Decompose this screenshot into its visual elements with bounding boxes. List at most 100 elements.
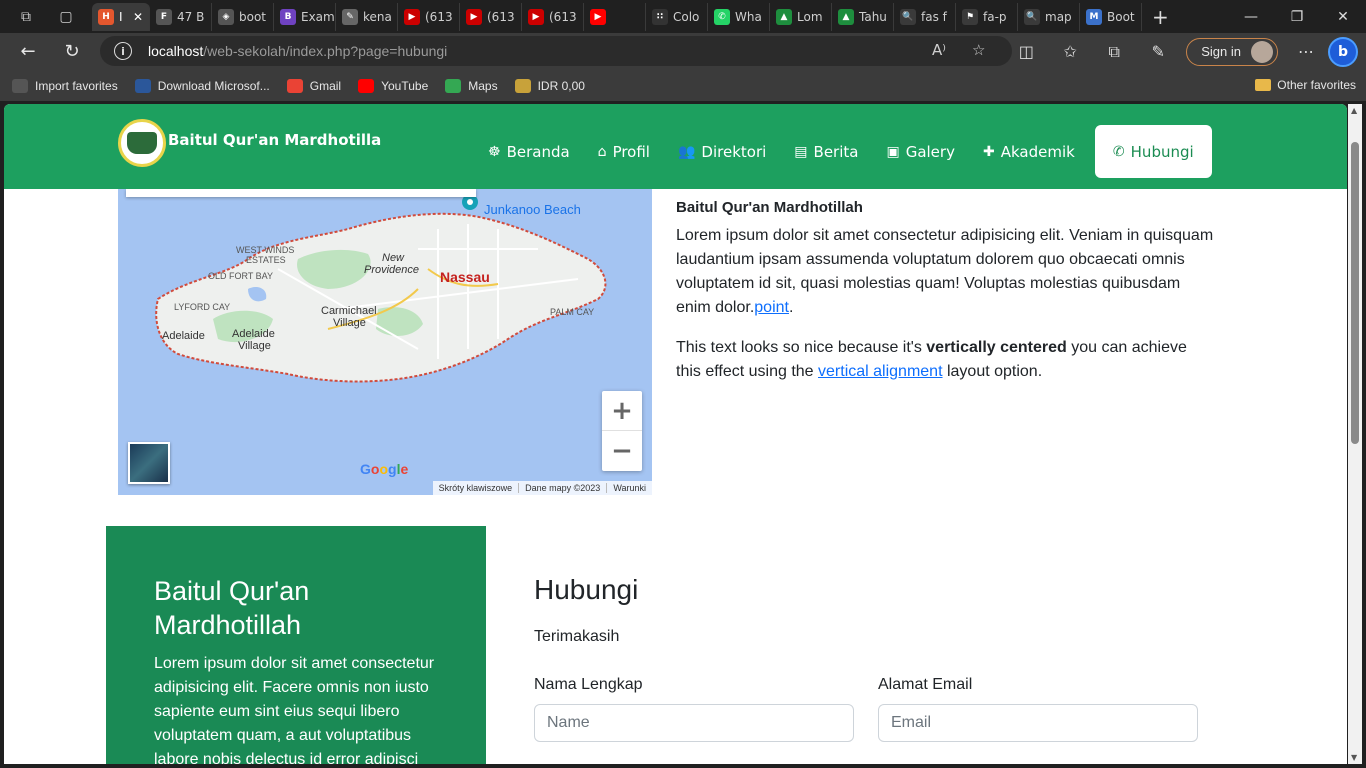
- browser-tab[interactable]: ∷ Colo: [646, 2, 708, 31]
- browser-tab[interactable]: ▶ (613: [522, 2, 584, 31]
- nav-label: Beranda: [506, 142, 570, 161]
- browser-tab[interactable]: ◈ boot: [212, 2, 274, 31]
- point-link[interactable]: point: [754, 299, 789, 316]
- map-label: Carmichael: [321, 305, 377, 317]
- vertical-alignment-link[interactable]: vertical alignment: [818, 363, 943, 380]
- email-input[interactable]: [878, 704, 1198, 742]
- bing-icon[interactable]: b: [1328, 36, 1358, 67]
- nav-item-profil[interactable]: ⌂ Profil: [584, 125, 664, 178]
- about-section: Baitul Qur'an Mardhotillah Lorem ipsum d…: [676, 199, 1216, 400]
- browser-tab[interactable]: ▶: [584, 2, 646, 31]
- collections-icon[interactable]: ⧉: [1092, 42, 1136, 62]
- nav-item-akademik[interactable]: ✚ Akademik: [969, 125, 1089, 178]
- nav-item-hubungi[interactable]: ✆ Hubungi: [1094, 125, 1212, 178]
- refresh-icon[interactable]: ↻: [54, 37, 90, 67]
- minimize-icon[interactable]: —: [1228, 0, 1274, 33]
- restore-icon[interactable]: ❐: [1274, 0, 1320, 33]
- site-brand[interactable]: Baitul Qur'an Mardhotilla: [168, 131, 381, 149]
- new-tab-button[interactable]: +: [1152, 5, 1169, 29]
- browser-tab[interactable]: ⚑ fa-p: [956, 2, 1018, 31]
- bookmark-item[interactable]: IDR 0,00: [514, 78, 585, 93]
- workspaces-icon[interactable]: ⧉: [12, 3, 40, 31]
- tab-favicon-icon: ▶: [404, 8, 420, 25]
- attribution-link[interactable]: Skróty klawiszowe: [433, 483, 519, 493]
- tab-label: 47 B: [177, 9, 205, 24]
- browser-tab[interactable]: 🔍 fas f: [894, 2, 956, 31]
- about-paragraph-2: This text looks so nice because it's ver…: [676, 339, 1187, 380]
- nav-item-direktori[interactable]: 👥 Direktori: [664, 125, 780, 178]
- scroll-down-icon[interactable]: ▼: [1351, 753, 1357, 762]
- map-label: OLD FORT BAY: [208, 271, 274, 281]
- close-tab-icon[interactable]: ✕: [133, 10, 143, 24]
- bookmark-item[interactable]: YouTube: [358, 78, 429, 93]
- tab-favicon-icon: ▶: [466, 8, 482, 25]
- favorites-bar: Import favorites Download Microsof... Gmai…: [0, 70, 1366, 101]
- attribution-link[interactable]: Dane mapy ©2023: [518, 483, 606, 493]
- page-scrollbar[interactable]: ▲ ▼: [1348, 104, 1362, 764]
- map-label: New: [382, 252, 405, 264]
- site-info-icon[interactable]: i: [114, 42, 132, 60]
- bookmark-item[interactable]: Import favorites: [12, 78, 118, 93]
- other-favorites[interactable]: Other favorites: [1255, 78, 1356, 92]
- nav-label: Akademik: [1000, 142, 1075, 161]
- back-icon[interactable]: ←: [10, 37, 46, 67]
- browser-tab[interactable]: ✎ kena: [336, 2, 398, 31]
- nav-item-beranda[interactable]: ☸ Beranda: [474, 125, 584, 178]
- bookmark-item[interactable]: Maps: [445, 78, 498, 93]
- bookmark-item[interactable]: Gmail: [286, 78, 341, 93]
- folder-icon: [1255, 79, 1272, 91]
- browser-tab[interactable]: ▶ (613: [460, 2, 522, 31]
- google-logo: Google: [360, 461, 409, 477]
- browser-tab-bar: ⧉ ▢ H I ✕ F 47 B ◈ boot B Exam ✎ kena ▶ (613 ▶ (613 ▶ (6…: [0, 0, 1366, 33]
- tab-favicon-icon: ▶: [528, 8, 544, 25]
- bookmark-label: IDR 0,00: [537, 78, 585, 93]
- map-label: Providence: [364, 264, 420, 276]
- map-island-graphic: [155, 194, 607, 383]
- google-map[interactable]: Junkanoo Beach WEST WINDS ESTATES New Pr…: [118, 189, 652, 495]
- favorite-star-icon[interactable]: ☆: [972, 41, 985, 59]
- page-viewport: Baitul Qur'an Mardhotilla ☸ Beranda ⌂ Profi…: [4, 104, 1347, 764]
- site-logo[interactable]: [118, 119, 166, 167]
- browser-tab[interactable]: ▶ (613: [398, 2, 460, 31]
- tab-actions-icon[interactable]: ▢: [52, 3, 80, 31]
- close-window-icon[interactable]: ✕: [1320, 0, 1366, 33]
- map-attribution: Skróty klawiszowe Dane mapy ©2023 Warunki: [432, 481, 652, 495]
- browser-tab[interactable]: M Boot: [1080, 2, 1142, 31]
- scrollbar-thumb[interactable]: [1351, 142, 1359, 444]
- nav-item-galery[interactable]: ▣ Galery: [872, 125, 969, 178]
- browser-tab[interactable]: 🔍 map: [1018, 2, 1080, 31]
- map-label: Junkanoo Beach: [484, 202, 581, 217]
- browser-tab[interactable]: ✆ Wha: [708, 2, 770, 31]
- browser-tab[interactable]: ▲ Tahu: [832, 2, 894, 31]
- satellite-toggle[interactable]: [128, 442, 170, 484]
- zoom-in-icon[interactable]: +: [602, 391, 642, 431]
- tab-label: (613: [487, 9, 515, 24]
- more-options-icon[interactable]: ⋯: [1284, 42, 1328, 61]
- split-screen-icon[interactable]: ◫: [1004, 42, 1048, 61]
- bookmark-item[interactable]: Download Microsof...: [134, 78, 270, 93]
- map-label: Village: [238, 340, 271, 352]
- zoom-out-icon[interactable]: −: [602, 431, 642, 471]
- map-label: PALM CAY: [550, 307, 595, 317]
- copilot-icon[interactable]: ✎: [1136, 42, 1180, 61]
- tab-favicon-icon: F: [156, 8, 172, 25]
- browser-tab[interactable]: B Exam: [274, 2, 336, 31]
- tab-favicon-icon: 🔍: [1024, 8, 1040, 25]
- nav-item-berita[interactable]: ▤ Berita: [780, 125, 872, 178]
- tab-label: Wha: [735, 9, 762, 24]
- browser-tab[interactable]: ▲ Lom: [770, 2, 832, 31]
- name-input[interactable]: [534, 704, 854, 742]
- nav-label: Berita: [813, 142, 859, 161]
- attribution-link[interactable]: Warunki: [606, 483, 652, 493]
- tab-favicon-icon: ✎: [342, 8, 358, 25]
- browser-toolbar: ← ↻ i localhost/web-sekolah/index.php?pa…: [0, 33, 1366, 70]
- favorites-icon[interactable]: ✩: [1048, 42, 1092, 61]
- map-label: LYFORD CAY: [174, 302, 231, 312]
- read-aloud-icon[interactable]: A⁾: [932, 41, 946, 59]
- sign-in-button[interactable]: Sign in: [1186, 37, 1278, 66]
- address-bar[interactable]: i localhost/web-sekolah/index.php?page=h…: [100, 36, 1012, 66]
- bookmark-label: YouTube: [381, 78, 429, 93]
- scroll-up-icon[interactable]: ▲: [1351, 106, 1357, 115]
- browser-tab[interactable]: F 47 B: [150, 2, 212, 31]
- browser-tab[interactable]: H I ✕: [92, 2, 150, 31]
